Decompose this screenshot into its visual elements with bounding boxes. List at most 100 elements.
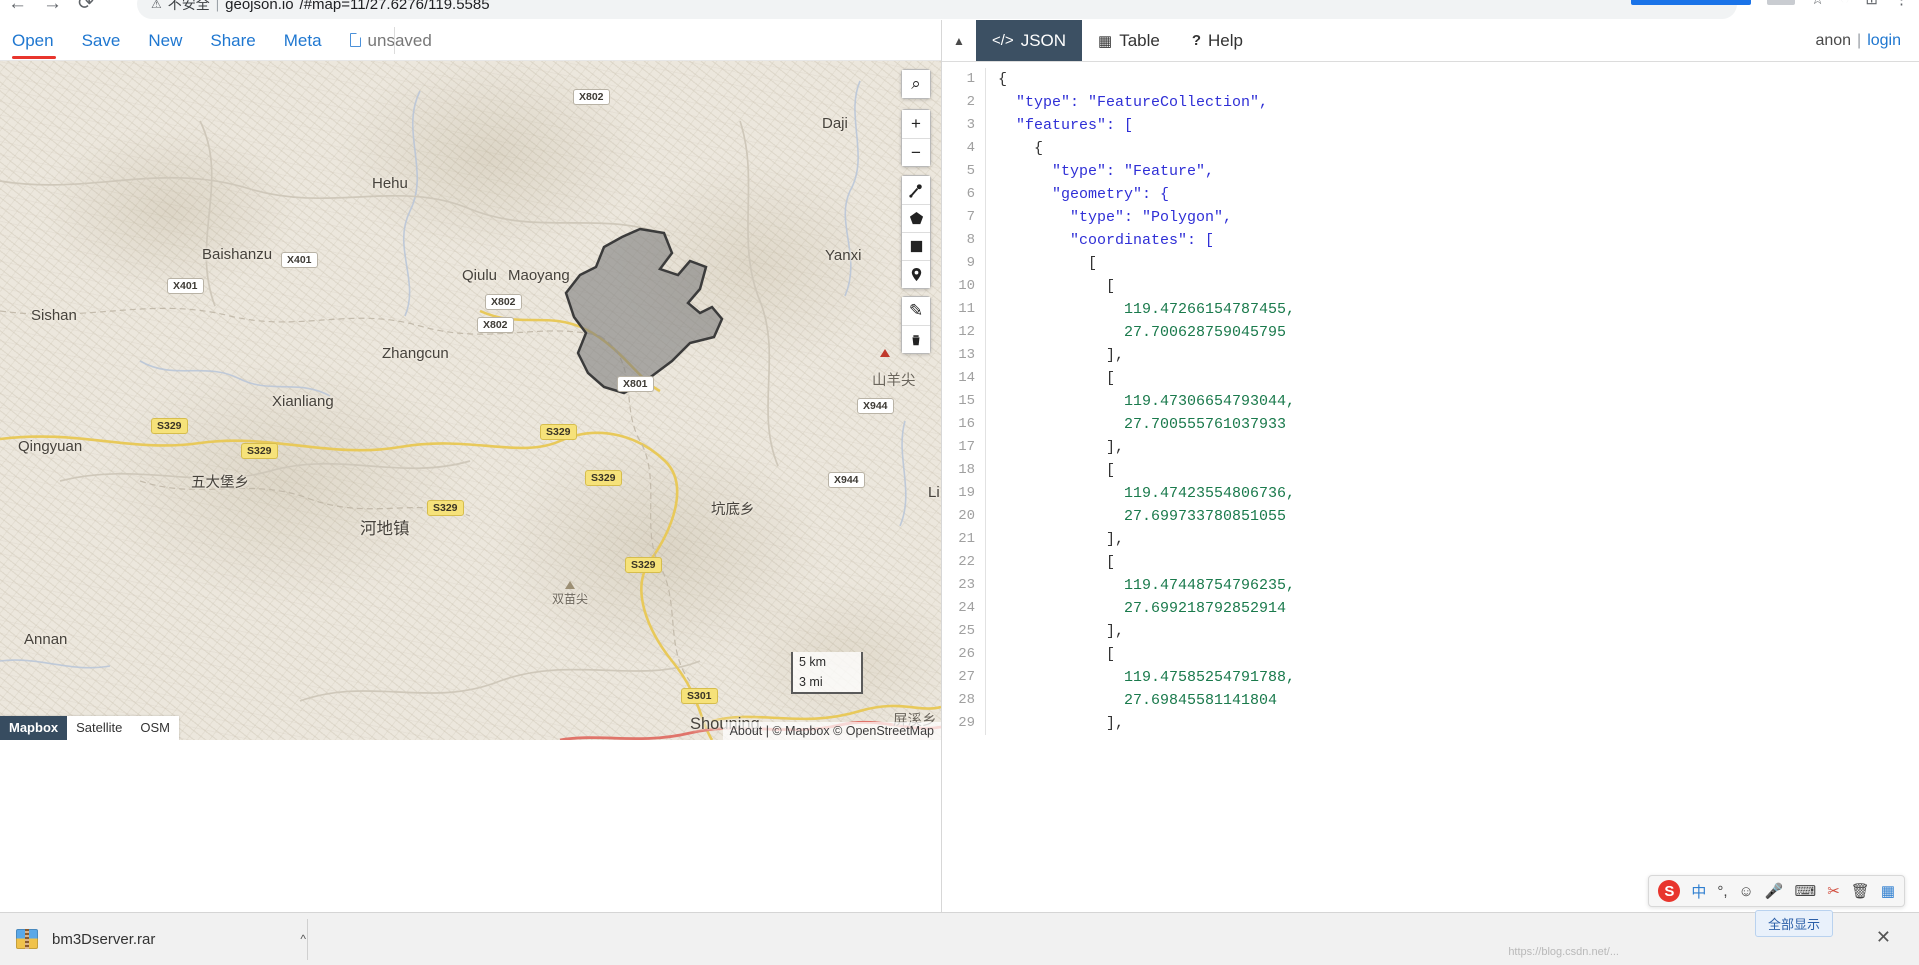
ime-emoji-icon[interactable]: ☺: [1739, 883, 1754, 900]
code-line: 16 27.700555761037933: [942, 413, 1919, 436]
road-shield: S329: [625, 557, 662, 573]
line-number: 12: [942, 321, 986, 344]
line-number: 24: [942, 597, 986, 620]
code-line: 6 "geometry": {: [942, 183, 1919, 206]
login-link[interactable]: login: [1867, 32, 1901, 50]
line-number: 5: [942, 160, 986, 183]
code-line: 10 [: [942, 275, 1919, 298]
tab-help[interactable]: ? Help: [1176, 20, 1259, 61]
extension-badge[interactable]: [1630, 0, 1751, 5]
road-shield: S329: [151, 418, 188, 434]
line-number: 8: [942, 229, 986, 252]
code-line: 20 27.699733780851055: [942, 505, 1919, 528]
code-line: 24 27.699218792852914: [942, 597, 1919, 620]
code-line: 25 ],: [942, 620, 1919, 643]
close-downloads-icon[interactable]: ✕: [1876, 927, 1891, 948]
code-line: 14 [: [942, 367, 1919, 390]
code-line: 15 119.47306654793044,: [942, 390, 1919, 413]
tab-table[interactable]: ▦ Table: [1082, 20, 1176, 61]
ime-punctuation-icon[interactable]: °,: [1717, 883, 1727, 900]
ime-voice-icon[interactable]: 🎤: [1765, 882, 1784, 900]
code-line: 19 119.47423554806736,: [942, 482, 1919, 505]
line-text: "features": [: [998, 117, 1134, 134]
edit-controls[interactable]: ✎: [901, 296, 931, 354]
extension-badge-2[interactable]: [1766, 0, 1795, 5]
downloads-divider: [307, 919, 308, 960]
zoom-controls[interactable]: + −: [901, 109, 931, 167]
line-text: 27.69845581141804: [998, 692, 1278, 709]
line-number: 10: [942, 275, 986, 298]
line-text: {: [998, 71, 1008, 88]
line-number: 17: [942, 436, 986, 459]
show-all-downloads-button[interactable]: 全部显示: [1754, 910, 1833, 937]
draw-controls[interactable]: [901, 175, 931, 289]
address-bar[interactable]: ⚠ 不安全 | geojson.io /#map=11/27.6276/119.…: [137, 0, 1737, 19]
road-shield: X802: [573, 89, 610, 105]
delete-icon[interactable]: [902, 325, 930, 353]
json-editor[interactable]: 1{ 2 "type": "FeatureCollection", 3 "fea…: [942, 62, 1919, 965]
line-number: 22: [942, 551, 986, 574]
code-rows: 1{ 2 "type": "FeatureCollection", 3 "fea…: [942, 62, 1919, 735]
chevron-up-icon[interactable]: ^: [300, 932, 306, 946]
profile-icon[interactable]: ◓: [1840, 0, 1849, 8]
zoom-out-button[interactable]: −: [902, 138, 930, 166]
download-item[interactable]: bm3Dserver.rar ^: [16, 921, 306, 957]
zoom-in-button[interactable]: +: [902, 110, 930, 138]
tab-json[interactable]: </> JSON: [976, 20, 1083, 61]
downloads-bar: bm3Dserver.rar ^ ✕: [0, 912, 1919, 965]
river-network: [0, 80, 907, 669]
line-text: [: [998, 278, 1116, 295]
search-icon[interactable]: ⌕: [902, 70, 930, 98]
marker-icon[interactable]: [902, 260, 930, 288]
extensions-icon[interactable]: ⊞: [1865, 0, 1878, 8]
code-line: 13 ],: [942, 344, 1919, 367]
line-number: 9: [942, 252, 986, 275]
collapse-panel-button[interactable]: ▲: [942, 20, 976, 61]
browser-chrome: ← → ⟳ ⚠ 不安全 | geojson.io /#map=11/27.627…: [0, 0, 1919, 20]
basemap-option-osm[interactable]: OSM: [131, 716, 179, 740]
ime-toolbar[interactable]: S 中 °, ☺ 🎤 ⌨ ✂ 🗑 ▦: [1648, 875, 1905, 907]
map-attribution[interactable]: About | © Mapbox © OpenStreetMap: [722, 722, 941, 740]
edit-icon[interactable]: ✎: [902, 297, 930, 325]
open-button[interactable]: Open: [0, 20, 68, 61]
rectangle-icon[interactable]: [902, 232, 930, 260]
line-number: 25: [942, 620, 986, 643]
account-user-label: anon: [1815, 31, 1852, 49]
map-canvas[interactable]: Daji Hehu Baishanzu Qiulu Maoyang Yanxi …: [0, 61, 941, 740]
road-shield: X802: [477, 317, 514, 333]
line-text: "geometry": {: [998, 186, 1170, 203]
code-line: 5 "type": "Feature",: [942, 160, 1919, 183]
sogou-logo-icon[interactable]: S: [1658, 880, 1681, 902]
ime-language-icon[interactable]: 中: [1691, 881, 1706, 902]
polygon-icon[interactable]: [902, 204, 930, 232]
line-number: 23: [942, 574, 986, 597]
code-line: 8 "coordinates": [: [942, 229, 1919, 252]
basemap-switcher[interactable]: Mapbox Satellite OSM: [0, 716, 179, 740]
bookmark-star-icon[interactable]: ☆: [1811, 0, 1824, 8]
tab-help-label: Help: [1208, 30, 1243, 50]
code-line: 4 {: [942, 137, 1919, 160]
ime-toolbox-icon[interactable]: ▦: [1881, 882, 1895, 900]
basemap-option-satellite[interactable]: Satellite: [67, 716, 131, 740]
ime-trash-icon[interactable]: 🗑: [1851, 882, 1870, 900]
meta-button[interactable]: Meta: [270, 20, 336, 61]
road-shield: S329: [585, 470, 622, 486]
ime-screenshot-icon[interactable]: ✂: [1827, 882, 1840, 900]
basemap-option-mapbox[interactable]: Mapbox: [0, 716, 68, 740]
ime-keyboard-icon[interactable]: ⌨: [1795, 882, 1817, 900]
back-icon[interactable]: ←: [8, 0, 27, 13]
reload-icon[interactable]: ⟳: [78, 0, 94, 13]
line-text: 27.699218792852914: [998, 600, 1287, 617]
forward-icon[interactable]: →: [43, 0, 62, 13]
save-button[interactable]: Save: [68, 20, 135, 61]
omnibox-separator: |: [215, 0, 220, 12]
browser-menu-icon[interactable]: ⋮: [1894, 0, 1909, 8]
line-string-icon[interactable]: [902, 176, 930, 204]
geocoder-search-button[interactable]: ⌕: [901, 69, 931, 99]
share-button[interactable]: Share: [196, 20, 269, 61]
minor-roads: [0, 120, 779, 702]
code-icon: </>: [992, 32, 1014, 49]
data-panel: ▲ </> JSON ▦ Table ? Help anon | login 1…: [941, 20, 1919, 965]
new-button[interactable]: New: [134, 20, 196, 61]
line-number: 3: [942, 114, 986, 137]
